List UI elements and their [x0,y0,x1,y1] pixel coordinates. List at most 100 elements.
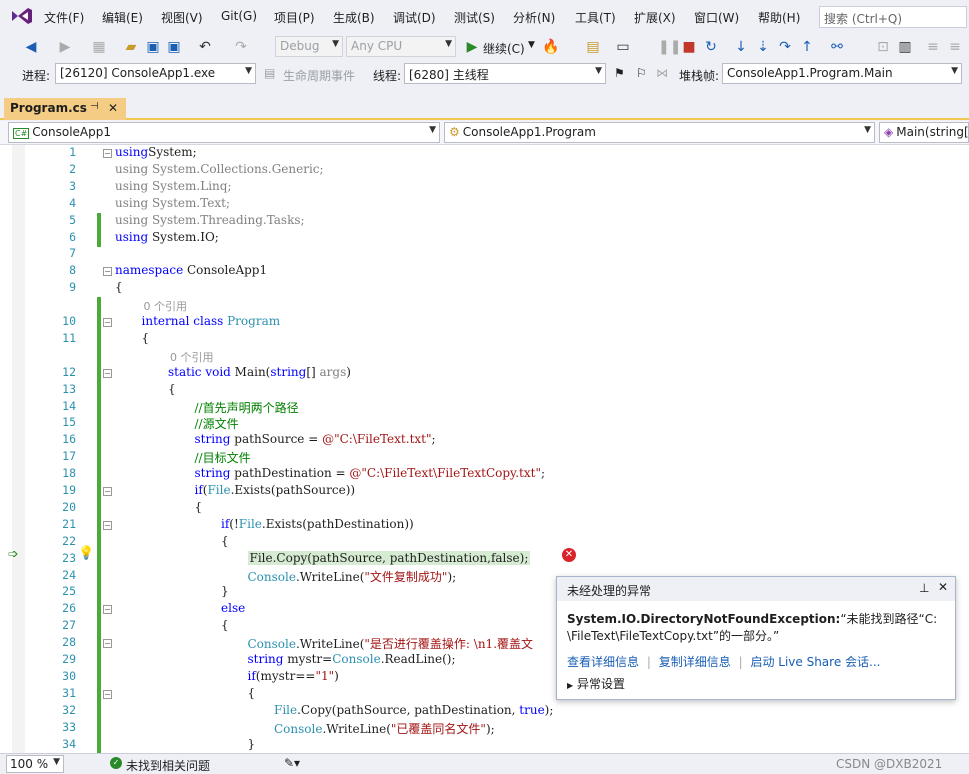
close-icon[interactable]: ✕ [938,580,948,594]
save-all-icon[interactable]: ▣ [165,38,183,56]
code-line[interactable]: using System.Linq; [115,179,231,193]
stack-icon[interactable]: ⋈ [656,66,668,80]
menu-help[interactable]: 帮助(H) [758,9,800,26]
search-input[interactable]: 搜索 (Ctrl+Q) [819,6,967,28]
undo-icon[interactable]: ↶ [196,38,214,56]
code-line[interactable]: if(File.Exists(pathSource)) [195,483,356,497]
continue-icon[interactable]: ▶ [463,38,481,56]
code-line[interactable]: { [221,534,229,548]
fold-toggle-icon[interactable]: − [103,368,112,378]
lifecycle-events-button[interactable]: 生命周期事件 [283,67,355,84]
live-share-link[interactable]: 启动 Live Share 会话... [750,655,880,669]
code-line[interactable]: namespace ConsoleApp1 [115,263,267,277]
pin-icon[interactable]: ⊥ [919,581,929,595]
code-line[interactable]: if(mystr=="1") [248,669,339,683]
code-line[interactable]: using System.Collections.Generic; [115,162,324,176]
code-line[interactable]: { [195,500,203,514]
visual-studio-logo-icon[interactable] [10,6,34,26]
code-cleanup-icon[interactable]: ✎▾ [284,756,300,770]
code-line[interactable]: } [248,737,256,751]
thread-select[interactable]: [6280] 主线程 ▼ [404,63,606,84]
fold-toggle-icon[interactable]: − [103,639,112,649]
code-line[interactable]: { [168,382,176,396]
lifecycle-icon[interactable]: ▤ [264,66,275,80]
menu-build[interactable]: 生成(B) [333,9,375,26]
fold-toggle-icon[interactable]: − [103,520,112,530]
menu-test[interactable]: 测试(S) [454,9,495,26]
restart-icon[interactable]: ↻ [702,38,720,56]
code-line[interactable]: } [221,584,229,598]
code-line[interactable]: internal class Program [142,314,281,328]
code-line[interactable]: else [221,601,245,615]
continue-button[interactable]: 继续(C) [483,40,525,57]
lightbulb-icon[interactable]: 💡 [78,546,94,561]
config-select[interactable]: Debug ▼ [275,36,343,57]
code-line[interactable]: if(!File.Exists(pathDestination)) [221,517,414,531]
code-line[interactable]: string pathSource = @"C:\FileText.txt"; [195,432,436,446]
back-icon[interactable]: ◀ [22,38,40,56]
close-icon[interactable]: ✕ [108,101,118,115]
menu-analyze[interactable]: 分析(N) [513,9,555,26]
pause-icon[interactable]: ❚❚ [658,38,681,56]
process-select[interactable]: [26120] ConsoleApp1.exe ▼ [55,63,256,84]
code-line[interactable]: usingSystem; [115,145,197,159]
fold-toggle-icon[interactable]: − [103,149,112,158]
uncomment-icon[interactable]: ≡ [946,38,964,56]
platform-select[interactable]: Any CPU ▼ [346,36,456,57]
code-line[interactable]: File.Copy(pathSource, pathDestination, t… [274,703,553,717]
copy-details-link[interactable]: 复制详细信息 [659,655,731,669]
project-select[interactable]: C# ConsoleApp1 ▼ [8,122,440,143]
save-icon[interactable]: ▣ [144,38,162,56]
redo-icon[interactable]: ↷ [232,38,250,56]
code-line[interactable]: string mystr=Console.ReadLine(); [248,652,456,666]
reference-count-lens[interactable]: 0 个引用 [144,298,188,314]
menu-window[interactable]: 窗口(W) [694,9,739,26]
flag-threads-icon[interactable]: ⚐ [636,66,647,80]
menu-extensions[interactable]: 扩展(X) [634,9,676,26]
exception-settings-expander[interactable]: ▶ 异常设置 [567,675,625,692]
code-line[interactable]: { [142,331,150,345]
continue-dropdown-icon[interactable]: ▼ [528,40,535,50]
stackframe-select[interactable]: ConsoleApp1.Program.Main ▼ [722,63,962,84]
flag-icon[interactable]: ⚑ [614,66,625,80]
menu-project[interactable]: 项目(P) [274,9,315,26]
stop-icon[interactable]: ■ [680,38,698,56]
code-line[interactable]: { [115,280,123,294]
open-file-icon[interactable]: ▤ [584,38,602,56]
forward-icon[interactable]: ▶ [56,38,74,56]
hot-reload-icon[interactable]: 🔥 [542,38,560,56]
diagnostic-icon[interactable]: ▥ [896,38,914,56]
code-line[interactable]: static void Main(string[] args) [168,365,351,379]
code-line[interactable]: using System.IO; [115,230,219,244]
current-statement-line[interactable]: File.Copy(pathSource, pathDestination,fa… [247,550,531,565]
code-line[interactable]: //首先声明两个路径 [195,399,299,416]
code-line[interactable]: Console.WriteLine("文件复制成功"); [248,568,457,585]
menu-debug[interactable]: 调试(D) [393,9,436,26]
menu-git[interactable]: Git(G) [221,9,257,23]
code-line[interactable]: //源文件 [195,415,239,432]
view-details-link[interactable]: 查看详细信息 [567,655,639,669]
new-project-icon[interactable]: ▦ [90,38,108,56]
code-line[interactable]: using System.Text; [115,196,230,210]
fold-toggle-icon[interactable]: − [103,487,112,496]
member-select[interactable]: ◈ Main(string[ [879,122,969,143]
fold-toggle-icon[interactable]: − [103,267,112,277]
step-out-icon[interactable]: ↑ [798,38,816,56]
class-select[interactable]: ⚙ ConsoleApp1.Program ▼ [444,122,875,143]
code-line[interactable]: Console.WriteLine("已覆盖同名文件"); [274,720,495,737]
menu-file[interactable]: 文件(F) [44,9,84,26]
layout-icon[interactable]: ▭ [614,38,632,56]
error-icon[interactable]: ✕ [562,548,576,562]
reference-count-lens[interactable]: 0 个引用 [170,349,214,365]
menu-view[interactable]: 视图(V) [161,9,203,26]
fold-toggle-icon[interactable]: − [103,689,112,699]
code-line[interactable]: string pathDestination = @"C:\FileText\F… [195,466,546,480]
comment-icon[interactable]: ≡ [924,38,942,56]
pin-icon[interactable]: ⊣ [90,101,99,112]
code-line[interactable]: Console.WriteLine("是否进行覆盖操作: \n1.覆盖文 [248,635,534,652]
code-line[interactable]: using System.Threading.Tasks; [115,213,305,227]
issues-status[interactable]: 未找到相关问题 [126,757,210,774]
fold-toggle-icon[interactable]: − [103,318,112,327]
open-folder-icon[interactable]: ▰ [122,38,140,56]
hot-reload-settings-icon[interactable]: ⚯ [828,38,846,56]
